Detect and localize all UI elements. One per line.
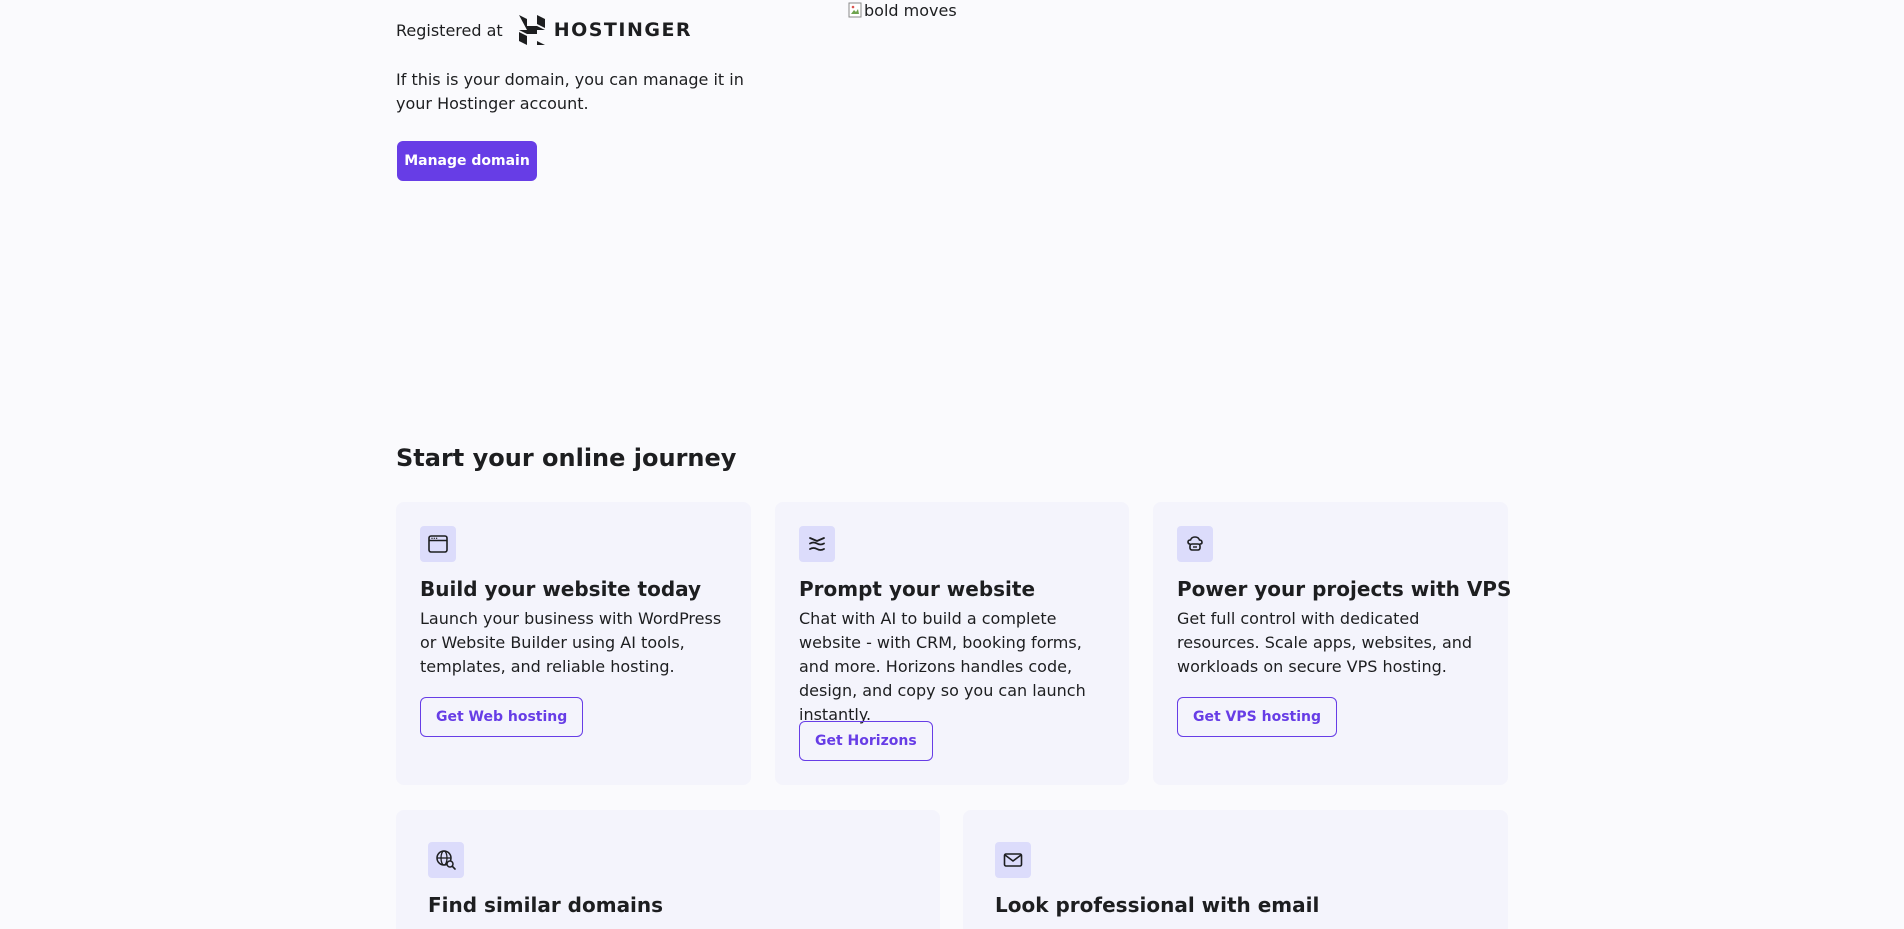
card-vps: Power your projects with VPS Get full co… — [1153, 502, 1512, 785]
journey-title: Start your online journey — [396, 444, 737, 472]
card-email: Look professional with email — [963, 810, 1508, 929]
card-description: Get full control with dedicated resource… — [1177, 609, 1473, 676]
card-title: Prompt your website — [799, 577, 1036, 601]
card-title: Find similar domains — [428, 893, 664, 917]
card-title: Look professional with email — [995, 893, 1320, 917]
manage-domain-text: If this is your domain, you can manage i… — [396, 70, 744, 113]
hero-image: bold moves — [848, 0, 957, 20]
card-horizons: Prompt your website Chat with AI to buil… — [775, 502, 1129, 785]
card-similar-domains: Find similar domains — [396, 810, 940, 929]
globe-search-icon — [428, 842, 464, 878]
horizons-waves-icon — [799, 526, 835, 562]
hostinger-logo-text: HOSTINGER — [553, 19, 693, 41]
get-web-hosting-button[interactable]: Get Web hosting — [420, 697, 584, 737]
browser-window-icon — [420, 526, 456, 562]
card-description: Chat with AI to build a complete website… — [799, 609, 1086, 724]
registrar-row: Registered at HOSTINGER — [396, 13, 692, 47]
card-title: Build your website today — [420, 577, 702, 601]
registrar-label: Registered at — [396, 20, 503, 40]
envelope-icon — [995, 842, 1031, 878]
hostinger-logo-icon — [518, 15, 545, 45]
get-vps-hosting-button[interactable]: Get VPS hosting — [1177, 697, 1338, 737]
card-web-hosting: Build your website today Launch your bus… — [396, 502, 751, 785]
card-title: Power your projects with VPS — [1177, 577, 1512, 601]
page: Registered at HOSTINGER If this is your … — [0, 0, 1904, 929]
get-horizons-button[interactable]: Get Horizons — [799, 721, 933, 761]
cloud-server-icon — [1177, 526, 1213, 562]
hero-image-alt: bold moves — [864, 0, 957, 20]
manage-domain-button[interactable]: Manage domain — [397, 141, 537, 181]
hostinger-logo: HOSTINGER — [518, 15, 693, 45]
card-description: Launch your business with WordPress or W… — [420, 609, 722, 676]
broken-image-icon — [848, 2, 862, 18]
